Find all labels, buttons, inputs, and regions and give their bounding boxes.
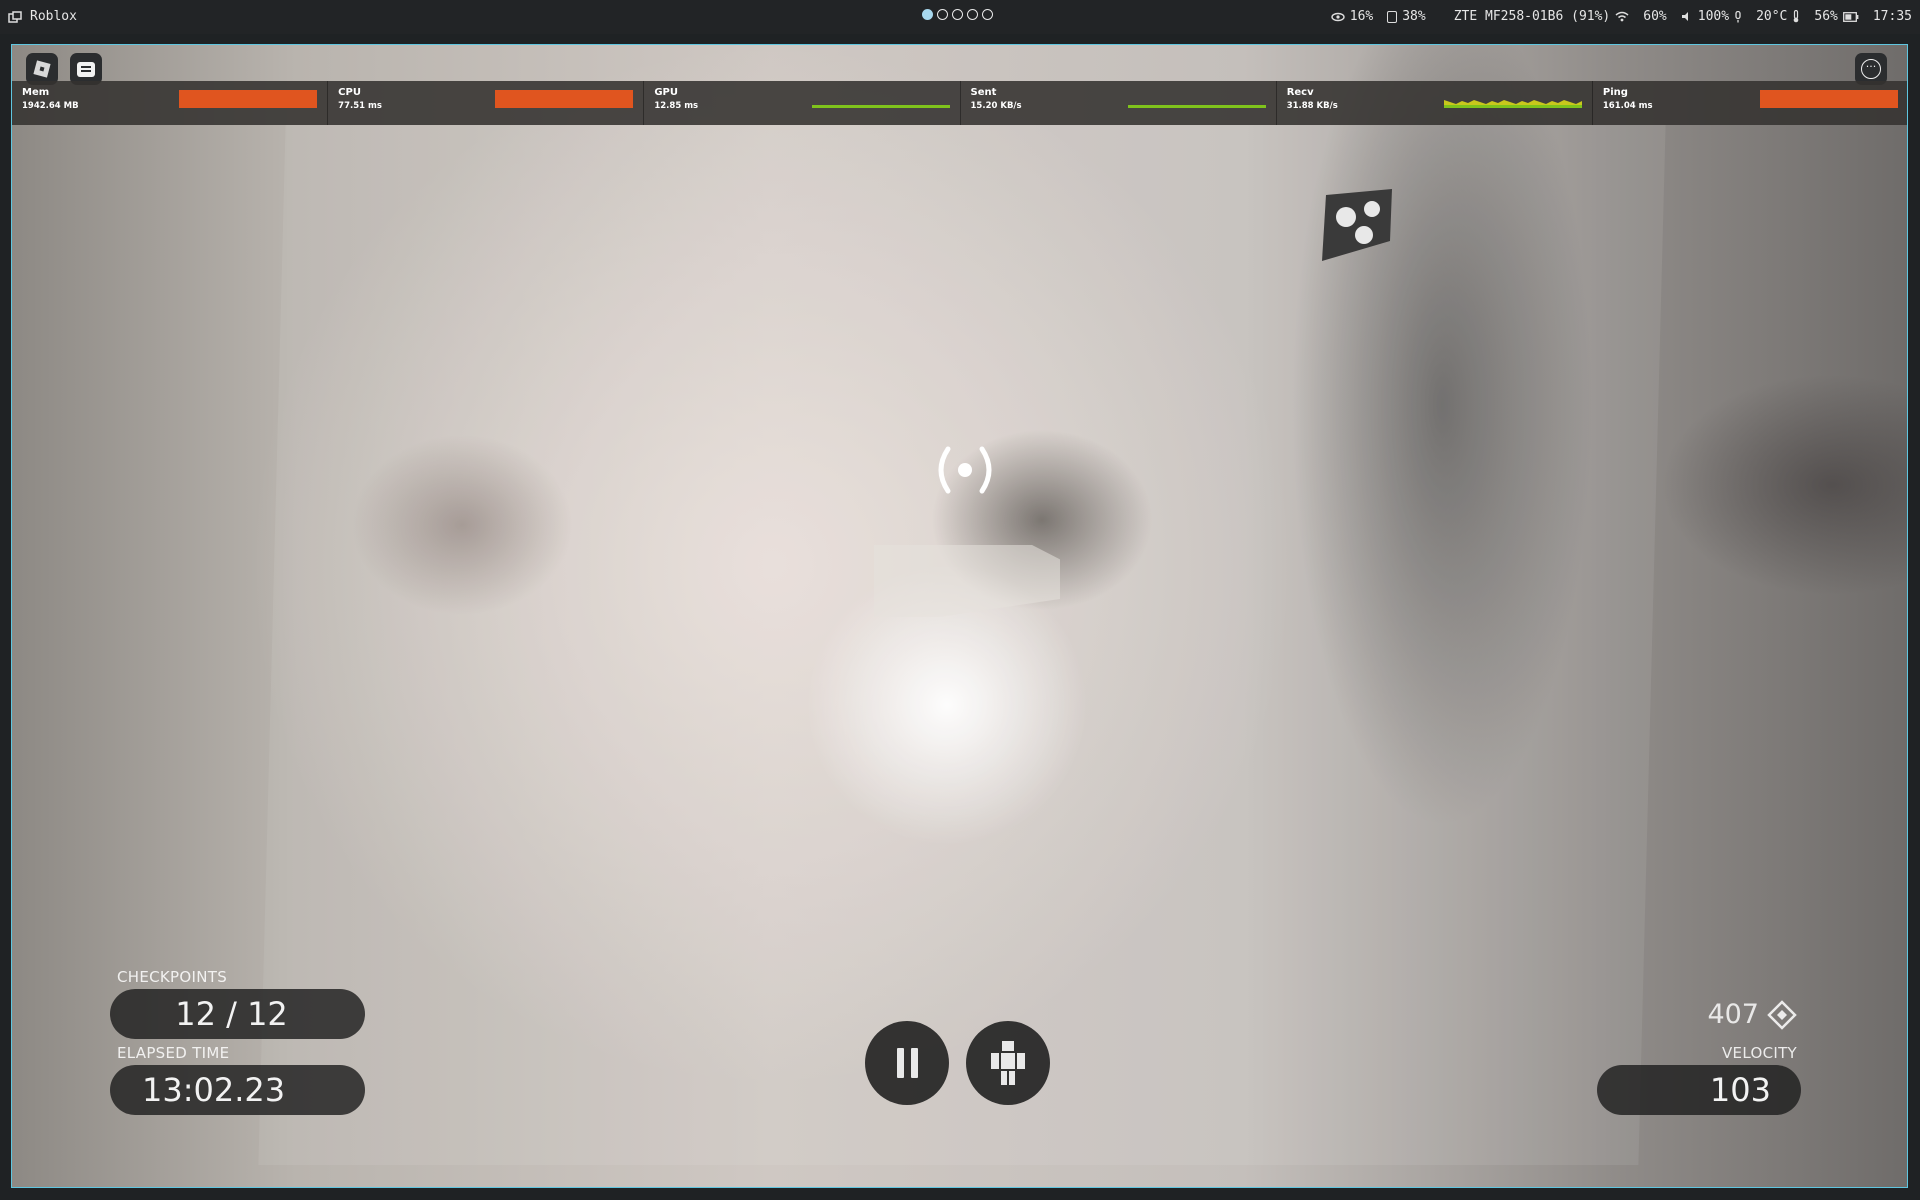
clock[interactable]: 17:35 xyxy=(1873,9,1912,24)
brightness-status[interactable]: 60% xyxy=(1643,9,1666,24)
workspace-dot-4[interactable] xyxy=(967,9,978,20)
game-viewport[interactable]: ··· Mem 1942.64 MB CPU 77.51 ms GPU 12.85 ms S… xyxy=(11,44,1908,1188)
storage-value: 38% xyxy=(1402,9,1426,24)
workspace-dot-1[interactable] xyxy=(922,9,933,20)
gem-counter: 407 xyxy=(1707,999,1797,1030)
system-topbar: Roblox 16% 38% 38% ZTE MF258-01B6 (91%) … xyxy=(0,0,1920,34)
thermometer-icon xyxy=(1794,10,1799,23)
character-button[interactable] xyxy=(966,1021,1050,1105)
volume-icon xyxy=(1681,12,1688,21)
pause-button[interactable] xyxy=(865,1021,949,1105)
elapsed-time-value: 13:02.23 xyxy=(110,1065,365,1115)
workspace-dot-2[interactable] xyxy=(937,9,948,20)
velocity-value: 103 xyxy=(1597,1065,1801,1115)
window-icon xyxy=(8,10,22,23)
wifi-label: ZTE MF258-01B6 (91%) xyxy=(1453,9,1611,24)
status-tray: 16% 38% 38% ZTE MF258-01B6 (91%) 60% 100… xyxy=(1331,9,1912,24)
microphone-icon xyxy=(1735,10,1741,22)
eye-icon xyxy=(1331,12,1345,21)
elapsed-time-label: ELAPSED TIME xyxy=(117,1044,230,1062)
window-title: Roblox xyxy=(30,9,77,24)
pause-icon xyxy=(896,1048,918,1078)
battery-status[interactable]: 56% xyxy=(1814,9,1859,24)
workspace-dot-5[interactable] xyxy=(982,9,993,20)
temperature-value: 20°C xyxy=(1756,9,1788,24)
storage-icon xyxy=(1387,10,1398,23)
workspace-switcher xyxy=(922,9,993,20)
checkpoints-label: CHECKPOINTS xyxy=(117,968,228,986)
battery-value: 56% xyxy=(1814,9,1838,24)
privacy-status[interactable]: 16% xyxy=(1331,9,1373,24)
temperature-status[interactable]: 20°C xyxy=(1756,9,1800,24)
battery-icon xyxy=(1842,11,1859,22)
active-window-indicator[interactable]: Roblox xyxy=(8,9,77,24)
wifi-icon xyxy=(1615,11,1629,22)
gem-diamond-icon xyxy=(1767,999,1797,1030)
brightness-value: 60% xyxy=(1643,9,1667,24)
volume-value: 100% xyxy=(1697,9,1730,24)
gem-count: 407 xyxy=(1707,999,1759,1030)
character-icon xyxy=(991,1041,1025,1085)
workspace-dot-3[interactable] xyxy=(952,9,963,20)
clock-value: 17:35 xyxy=(1872,9,1912,24)
storage-status[interactable]: 38% xyxy=(1387,9,1426,24)
game-hud: CHECKPOINTS 12 / 12 ELAPSED TIME 13:02.2… xyxy=(12,45,1907,1187)
checkpoints-counter: 12 / 12 xyxy=(110,989,365,1039)
eye-value: 16% xyxy=(1349,9,1374,24)
network-status[interactable]: ZTE MF258-01B6 (91%) xyxy=(1454,9,1630,24)
velocity-label: VELOCITY xyxy=(1722,1044,1797,1062)
volume-status[interactable]: 100% xyxy=(1681,9,1742,24)
